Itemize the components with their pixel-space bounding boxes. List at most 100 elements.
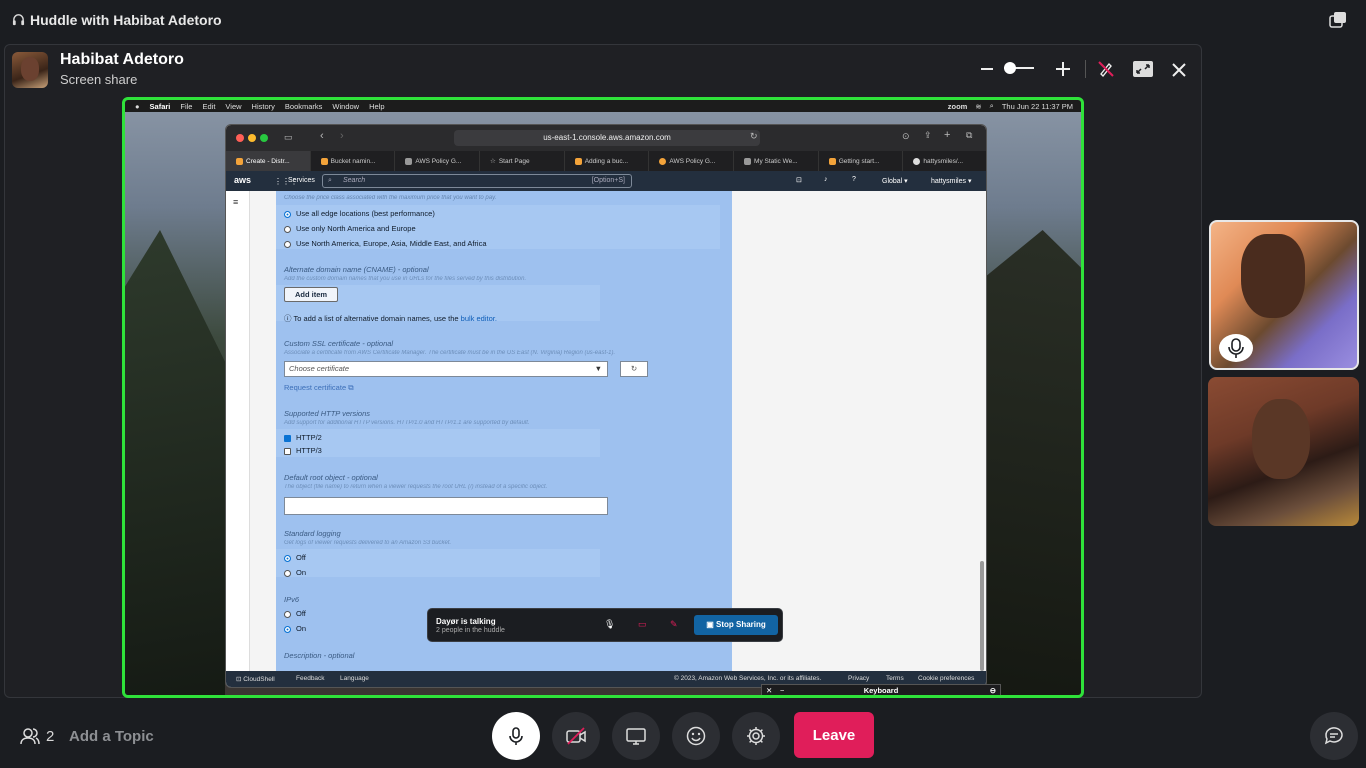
video-off-icon[interactable]: ▭ [638,619,647,630]
region-selector[interactable]: Global ▾ [882,177,908,185]
minimize-window-button[interactable] [248,134,256,142]
help-icon[interactable]: ? [852,176,856,183]
browser-tab[interactable]: AWS Policy G... [649,151,735,171]
tab-label: Create - Distr... [246,157,290,165]
tab-label: Start Page [498,157,530,165]
more-icon[interactable]: ⊖ [990,685,996,695]
browser-tab[interactable]: Getting start... [819,151,904,171]
cookie-preferences-link[interactable]: Cookie preferences [918,675,974,682]
reactions-button[interactable] [672,712,720,760]
http2-option[interactable]: HTTP/2 [284,433,322,442]
zoom-in-icon[interactable] [1055,61,1071,77]
aws-search-input[interactable]: ⌕ Search [Option+S] [322,174,632,188]
feedback-link[interactable]: Feedback [296,675,325,682]
refresh-button[interactable]: ↻ [620,361,648,377]
root-object-input[interactable] [284,497,608,515]
browser-tab[interactable]: Bucket namin... [311,151,396,171]
bulk-editor-link[interactable]: bulk editor. [461,314,497,323]
participants-count[interactable]: 2 [20,727,54,745]
fullscreen-icon[interactable] [1132,60,1154,78]
radio[interactable] [284,569,291,577]
zoom-out-icon[interactable] [980,62,994,76]
add-topic-button[interactable]: Add a Topic [69,728,154,745]
price-option-3[interactable]: Use North America, Europe, Asia, Middle … [284,239,487,248]
ipv6-on-option[interactable]: On [284,624,306,633]
monitor-icon [626,728,646,745]
logging-label: Standard logging [284,529,341,538]
popout-window-icon[interactable] [1328,10,1348,30]
draw-off-icon[interactable]: ✎ [670,619,678,630]
radio-selected[interactable] [284,554,291,562]
price-option-1[interactable]: Use all edge locations (best performance… [284,209,435,218]
back-icon[interactable]: ‹ [320,130,324,142]
video-button[interactable] [552,712,600,760]
aws-logo[interactable]: aws [234,175,251,185]
mic-button[interactable] [492,712,540,760]
cloudshell-icon[interactable]: ⊡ [796,176,802,184]
url-bar[interactable]: us-east-1.console.aws.amazon.com [454,130,760,146]
thread-button[interactable] [1310,712,1358,760]
terms-link[interactable]: Terms [886,675,904,682]
ipv6-off-option[interactable]: Off [284,609,306,618]
logging-on-option[interactable]: On [284,568,306,577]
participant-tile-presenter[interactable] [1208,377,1359,526]
close-window-button[interactable] [236,134,244,142]
radio-selected[interactable] [284,210,291,218]
logging-off-option[interactable]: Off [284,553,306,562]
privacy-link[interactable]: Privacy [848,675,869,682]
request-certificate-link[interactable]: Request certificate ⧉ [284,383,354,393]
cloudshell-link[interactable]: ⊡ CloudShell [236,675,275,683]
bulk-editor-note: ⓘ To add a list of alternative domain na… [284,313,497,324]
safari-window: ▭ ‹ › us-east-1.console.aws.amazon.com ↻… [225,124,987,688]
language-link[interactable]: Language [340,675,369,682]
browser-tab[interactable]: Adding a buc... [565,151,650,171]
price-option-2[interactable]: Use only North America and Europe [284,224,416,233]
cname-hint: Add the custom domain names that you use… [284,276,527,282]
option-label: On [296,568,307,577]
sidebar-icon[interactable]: ▭ [284,132,293,143]
radio-selected[interactable] [284,625,291,633]
leave-button[interactable]: Leave [794,712,874,758]
settings-button[interactable] [732,712,780,760]
close-icon[interactable] [1171,62,1187,78]
tab-overview-icon[interactable]: ⧉ [966,130,972,141]
bell-icon[interactable]: ♪ [824,176,828,183]
ssl-hint: Associate a certificate from AWS Certifi… [284,350,616,356]
browser-tab[interactable]: My Static We... [734,151,819,171]
certificate-select[interactable]: Choose certificate ▼ [284,361,608,377]
new-tab-icon[interactable]: + [944,129,950,141]
forward-icon[interactable]: › [340,130,344,142]
close-icon[interactable]: ✕ [766,685,772,695]
radio[interactable] [284,610,291,618]
add-item-button[interactable]: Add item [284,287,339,302]
logging-box [276,549,600,577]
reload-icon[interactable]: ↻ [750,131,758,142]
browser-tab[interactable]: hattysmiles/... [903,151,986,171]
browser-tab[interactable]: ☆ Start Page [480,151,565,171]
participant-tile-speaking[interactable] [1209,220,1359,370]
stop-sharing-button[interactable]: ▣ Stop Sharing [694,615,778,635]
checkbox-checked[interactable] [284,434,291,442]
services-menu[interactable]: Services [288,177,315,184]
radio[interactable] [284,240,291,248]
minimize-icon[interactable]: − [780,685,784,695]
zoom-slider[interactable] [1004,62,1034,74]
menubar-app: Safari [149,101,171,111]
share-screen-button[interactable] [612,712,660,760]
downloads-icon[interactable]: ⊙ [902,131,910,142]
radio[interactable] [284,225,291,233]
share-icon[interactable]: ⇪ [924,130,932,141]
draw-off-icon[interactable] [1097,60,1115,78]
scrollbar[interactable] [980,561,984,671]
browser-tab[interactable]: Create - Distr... [226,151,311,171]
account-menu[interactable]: hattysmiles ▾ [931,177,971,185]
http3-option[interactable]: HTTP/3 [284,446,322,455]
mic-icon[interactable]: 🎙 [604,619,615,630]
browser-tab[interactable]: AWS Policy G... [395,151,481,171]
maximize-window-button[interactable] [260,134,268,142]
zoom-slider-handle[interactable] [1004,62,1016,74]
checkbox[interactable] [284,447,291,455]
option-label: Off [296,553,306,562]
hamburger-menu-icon[interactable]: ≡ [233,197,238,207]
keyboard-viewer[interactable]: ✕ − Keyboard ⊖ [761,684,1001,695]
